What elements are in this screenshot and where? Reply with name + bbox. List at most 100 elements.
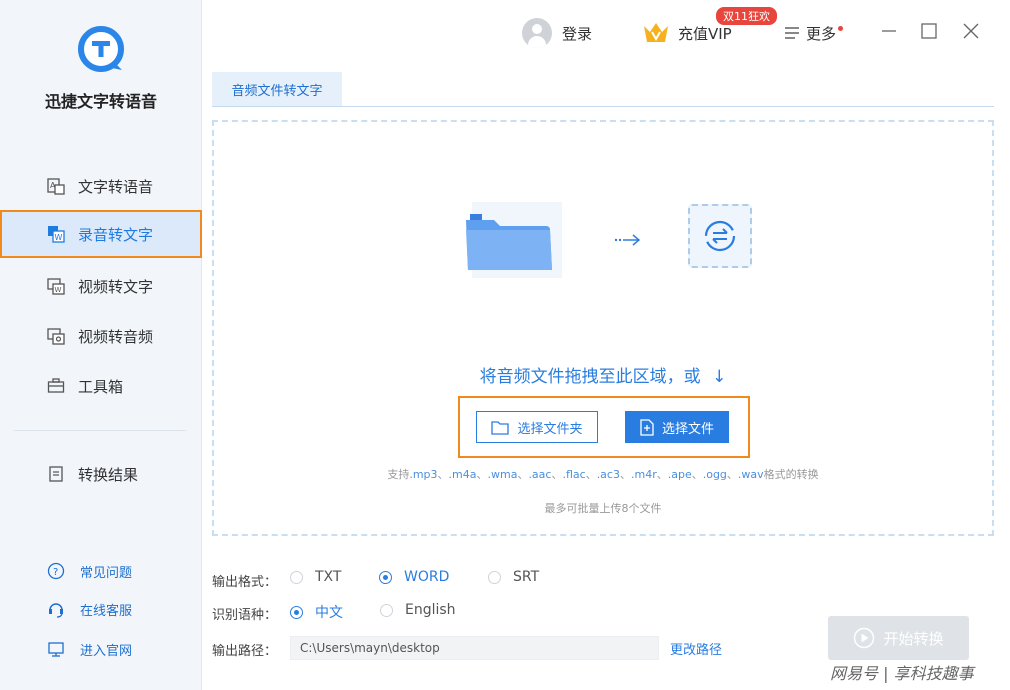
official-site-link-label: 进入官网 bbox=[80, 643, 133, 659]
language-option-label: 中文 bbox=[315, 605, 343, 621]
more-label: 更多 bbox=[806, 24, 837, 43]
change-path-link[interactable]: 更改路径 bbox=[670, 639, 722, 658]
folder-icon bbox=[466, 214, 552, 270]
select-file-button[interactable]: 选择文件 bbox=[625, 411, 729, 443]
select-folder-button[interactable]: 选择文件夹 bbox=[476, 411, 598, 443]
results-icon bbox=[46, 464, 66, 484]
sidebar-item-video-to-audio[interactable]: 视频转音频 bbox=[0, 312, 202, 360]
format-separator: 、 bbox=[585, 468, 597, 481]
toolbox-icon bbox=[46, 376, 66, 396]
online-support-link[interactable]: 在线客服 bbox=[46, 599, 132, 619]
arrow-right-icon bbox=[614, 234, 641, 246]
app-name: 迅捷文字转语音 bbox=[44, 92, 157, 111]
select-folder-label: 选择文件夹 bbox=[517, 421, 583, 437]
drop-hint-text: 将音频文件拖拽至此区域，或 bbox=[479, 367, 701, 387]
svg-text:?: ? bbox=[53, 567, 58, 578]
format-item: .wav bbox=[737, 468, 764, 481]
sidebar-item-text-to-speech[interactable]: A 文字转语音 bbox=[0, 162, 202, 210]
format-separator: 、 bbox=[656, 468, 668, 481]
formats-list: .mp3、.m4a、.wma、.aac、.flac、.ac3、.m4r、.ape… bbox=[409, 468, 763, 481]
avatar bbox=[522, 18, 552, 48]
monitor-icon bbox=[46, 639, 66, 659]
video-to-audio-icon bbox=[46, 326, 66, 346]
folder-outline-icon bbox=[491, 420, 510, 435]
official-site-link[interactable]: 进入官网 bbox=[46, 639, 132, 659]
drop-hint: 将音频文件拖拽至此区域，或 ↓ bbox=[212, 362, 994, 387]
menu-icon bbox=[785, 27, 799, 39]
language-label: 识别语种： bbox=[212, 608, 278, 623]
sidebar-item-label: 录音转文字 bbox=[78, 225, 154, 244]
radio-indicator bbox=[290, 570, 303, 584]
supported-formats-text: 支持.mp3、.m4a、.wma、.aac、.flac、.ac3、.m4r、.a… bbox=[212, 466, 994, 482]
convert-target-box bbox=[688, 204, 752, 268]
login-label: 登录 bbox=[562, 24, 593, 43]
tab-underline bbox=[212, 106, 994, 107]
close-icon[interactable] bbox=[960, 20, 982, 42]
question-icon: ? bbox=[46, 561, 66, 581]
sidebar-item-toolbox[interactable]: 工具箱 bbox=[0, 362, 202, 410]
format-option-srt[interactable]: SRT bbox=[488, 569, 539, 585]
add-file-icon bbox=[640, 418, 654, 436]
sidebar-item-label: 转换结果 bbox=[78, 465, 139, 484]
output-path-label: 输出路径： bbox=[212, 644, 278, 659]
sidebar-divider bbox=[14, 430, 186, 431]
faq-link[interactable]: ? 常见问题 bbox=[46, 561, 132, 581]
sidebar-item-recording-to-text[interactable]: W 录音转文字 bbox=[0, 210, 202, 258]
sidebar-item-label: 工具箱 bbox=[78, 377, 124, 396]
login-button[interactable]: 登录 bbox=[522, 18, 592, 48]
language-option-chinese[interactable]: 中文 bbox=[290, 602, 343, 622]
format-item: .ogg bbox=[702, 468, 727, 481]
sidebar-item-results[interactable]: 转换结果 bbox=[0, 450, 202, 498]
format-option-label: WORD bbox=[404, 569, 450, 585]
radio-indicator bbox=[379, 570, 392, 584]
sidebar-item-label: 视频转音频 bbox=[78, 327, 154, 346]
format-item: .mp3 bbox=[409, 468, 438, 481]
format-separator: 、 bbox=[691, 468, 703, 481]
faq-link-label: 常见问题 bbox=[80, 565, 133, 581]
video-to-text-icon: W bbox=[46, 276, 66, 296]
format-item: .aac bbox=[528, 468, 552, 481]
minimize-icon[interactable] bbox=[878, 20, 900, 42]
sidebar: 迅捷文字转语音 A 文字转语音 W 录音转文字 W 视频转文字 视频转音频 工具… bbox=[0, 0, 202, 690]
tab-audio-to-text[interactable]: 音频文件转文字 bbox=[212, 72, 342, 106]
maximize-icon[interactable] bbox=[918, 20, 940, 42]
sidebar-item-label: 文字转语音 bbox=[78, 177, 154, 196]
online-support-link-label: 在线客服 bbox=[80, 603, 133, 619]
format-item: .flac bbox=[562, 468, 586, 481]
format-item: .wma bbox=[487, 468, 518, 481]
format-separator: 、 bbox=[476, 468, 488, 481]
format-separator: 、 bbox=[437, 468, 449, 481]
upload-limit-text: 最多可批量上传8个文件 bbox=[544, 502, 662, 515]
format-item: .ac3 bbox=[596, 468, 620, 481]
notification-dot bbox=[838, 25, 844, 31]
format-option-txt[interactable]: TXT bbox=[290, 569, 341, 585]
format-option-word[interactable]: WORD bbox=[379, 569, 449, 585]
start-convert-button[interactable]: 开始转换 bbox=[828, 616, 969, 660]
convert-icon bbox=[704, 220, 736, 252]
radio-indicator bbox=[290, 605, 303, 619]
language-option-english[interactable]: English bbox=[380, 602, 456, 618]
format-item: .m4a bbox=[448, 468, 477, 481]
play-icon bbox=[853, 627, 875, 649]
sidebar-item-label: 视频转文字 bbox=[78, 277, 154, 296]
format-separator: 、 bbox=[619, 468, 631, 481]
text-to-speech-icon: A bbox=[46, 176, 66, 196]
format-option-label: SRT bbox=[513, 569, 540, 585]
promo-badge: 双11狂欢 bbox=[716, 7, 777, 25]
output-path-field[interactable]: C:\Users\mayn\desktop bbox=[290, 636, 659, 660]
format-separator: 、 bbox=[551, 468, 563, 481]
start-convert-label: 开始转换 bbox=[883, 629, 944, 648]
more-menu-button[interactable]: 更多 bbox=[784, 18, 844, 48]
sidebar-item-video-to-text[interactable]: W 视频转文字 bbox=[0, 262, 202, 310]
svg-text:W: W bbox=[55, 233, 63, 242]
radio-indicator bbox=[488, 570, 501, 584]
vip-label: 充值VIP bbox=[678, 24, 732, 43]
format-item: .ape bbox=[667, 468, 692, 481]
arrow-down-icon: ↓ bbox=[712, 367, 727, 387]
format-separator: 、 bbox=[517, 468, 529, 481]
crown-icon bbox=[644, 23, 668, 42]
format-item: .m4r bbox=[630, 468, 657, 481]
support-suffix: 格式的转换 bbox=[763, 468, 819, 481]
radio-indicator bbox=[380, 603, 393, 617]
language-option-label: English bbox=[405, 602, 456, 618]
